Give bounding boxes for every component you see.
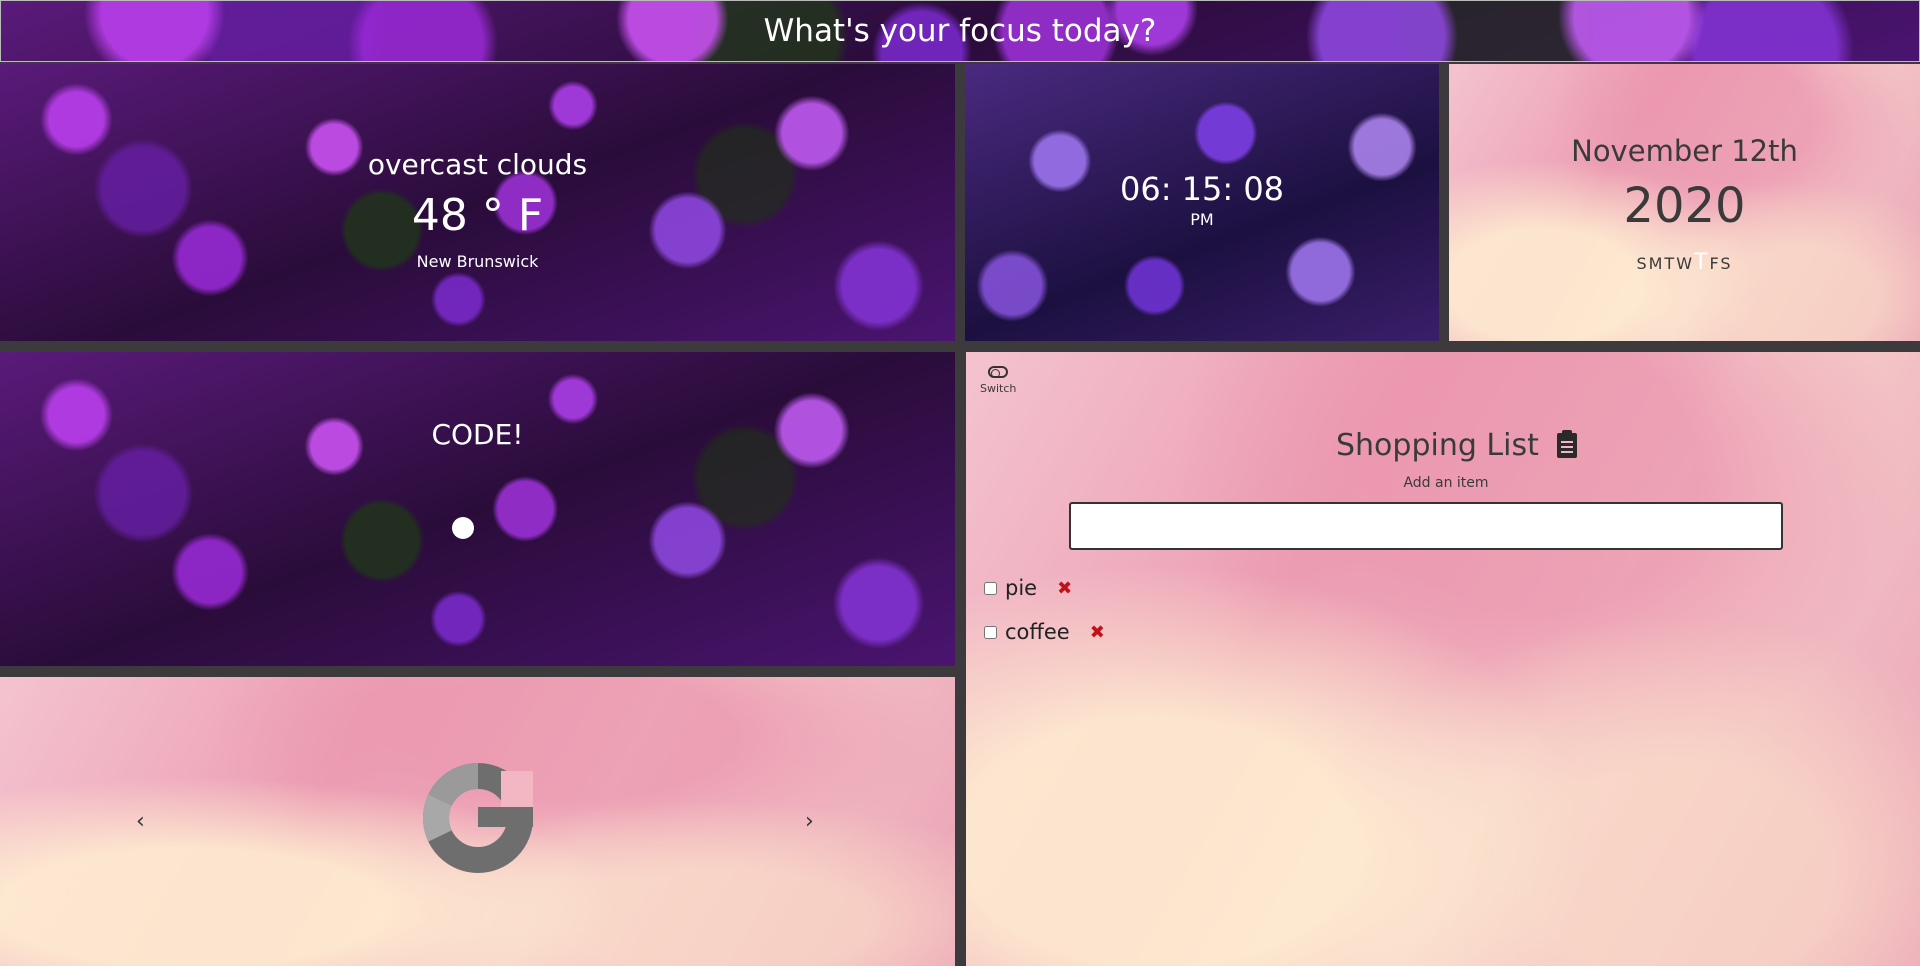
shopping-title-text: Shopping List — [1336, 428, 1539, 463]
item-checkbox[interactable] — [984, 625, 997, 639]
weekday-letter: T — [1664, 254, 1677, 273]
add-item-input[interactable] — [1069, 502, 1783, 550]
google-panel: ‹ › — [0, 677, 955, 966]
weekday-letter: T — [1694, 250, 1710, 275]
page-title: What's your focus today? — [763, 13, 1157, 49]
switch-label: Switch — [980, 382, 1017, 395]
weekday-letter: S — [1636, 254, 1649, 273]
weather-location: New Brunswick — [416, 252, 539, 271]
clock-ampm: PM — [1190, 210, 1214, 229]
list-item: coffee ✖ — [984, 620, 1105, 644]
weather-condition: overcast clouds — [367, 148, 588, 181]
switch-button[interactable]: Switch — [980, 366, 1016, 395]
weather-panel: overcast clouds 48 ° F New Brunswick — [0, 64, 955, 341]
chevron-right-icon[interactable]: › — [805, 809, 814, 834]
item-label: pie — [1005, 576, 1038, 600]
list-item: pie ✖ — [984, 576, 1072, 600]
clock-time: 06: 15: 08 — [1119, 170, 1285, 208]
weekday-letter: S — [1720, 254, 1733, 273]
shopping-list-title: Shopping List — [1336, 428, 1578, 463]
clock-panel: 06: 15: 08 PM — [965, 64, 1439, 341]
toggle-icon — [988, 366, 1009, 378]
date-year: 2020 — [1623, 178, 1746, 234]
weekday-letter: F — [1709, 254, 1721, 273]
focus-header: What's your focus today? — [0, 0, 1920, 62]
weather-temperature: 48 ° F — [411, 190, 544, 241]
item-label: coffee — [1005, 620, 1070, 644]
chevron-left-icon[interactable]: ‹ — [136, 809, 145, 834]
remove-icon[interactable]: ✖ — [1090, 622, 1105, 643]
date-panel: November 12th 2020 SMTWTFS — [1449, 64, 1920, 341]
shopping-panel: Switch Shopping List Add an item pie ✖ c… — [966, 352, 1920, 966]
item-checkbox[interactable] — [984, 581, 997, 595]
shopping-subtitle: Add an item — [1403, 475, 1489, 491]
weekday-row: SMTWTFS — [1449, 250, 1920, 275]
focus-label[interactable]: CODE! — [0, 418, 955, 451]
focus-panel: CODE! — [0, 352, 955, 666]
clipboard-icon — [1557, 430, 1578, 458]
date-month-day: November 12th — [1571, 134, 1798, 168]
remove-icon[interactable]: ✖ — [1057, 578, 1072, 599]
weekday-letter: M — [1648, 254, 1665, 273]
weekday-letter: W — [1676, 254, 1695, 273]
google-g-logo[interactable] — [423, 763, 533, 873]
focus-dot-indicator[interactable] — [452, 517, 474, 539]
